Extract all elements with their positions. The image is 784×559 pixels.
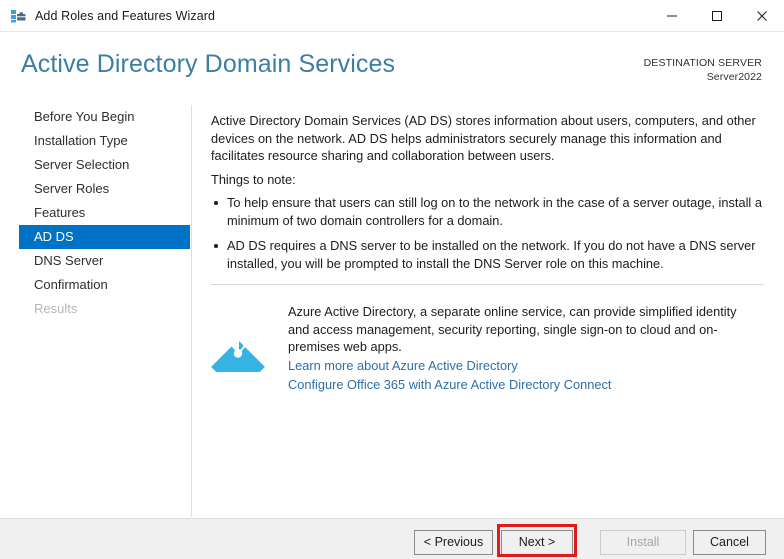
notes-list: To help ensure that users can still log … (211, 194, 771, 280)
azure-description: Azure Active Directory, a separate onlin… (288, 304, 737, 354)
sidebar-item-confirmation[interactable]: Confirmation (0, 273, 191, 297)
destination-server-name: Server2022 (706, 71, 762, 83)
link-configure-office-365-with-azure-ad-connect[interactable]: Configure Office 365 with Azure Active D… (288, 375, 611, 394)
server-roles-icon (10, 8, 26, 24)
cancel-button[interactable]: Cancel (693, 530, 766, 555)
main-content-pane: Active Directory Domain Services (AD DS)… (192, 105, 784, 517)
window-controls (649, 0, 784, 31)
previous-button[interactable]: < Previous (414, 530, 493, 555)
sidebar-item-server-roles[interactable]: Server Roles (0, 177, 191, 201)
minimize-icon[interactable] (649, 0, 694, 31)
destination-server-label: DESTINATION SERVER (643, 57, 762, 69)
sidebar-item-before-you-begin[interactable]: Before You Begin (0, 105, 191, 129)
azure-text-column: Azure Active Directory, a separate onlin… (288, 303, 758, 394)
maximize-icon[interactable] (694, 0, 739, 31)
sidebar-item-ad-ds[interactable]: AD DS (19, 225, 190, 249)
list-item: To help ensure that users can still log … (211, 194, 763, 229)
sidebar-item-results: Results (34, 301, 78, 316)
page-header: Active Directory Domain Services DESTINA… (0, 31, 784, 91)
intro-paragraph: Active Directory Domain Services (AD DS)… (211, 113, 756, 163)
window-title: Add Roles and Features Wizard (35, 8, 216, 23)
sidebar-item-server-selection[interactable]: Server Selection (0, 153, 191, 177)
sidebar-item-dns-server[interactable]: DNS Server (0, 249, 191, 273)
sidebar-item-installation-type[interactable]: Installation Type (0, 129, 191, 153)
destination-server-info: DESTINATION SERVER Server2022 (644, 56, 762, 84)
sidebar-item-features[interactable]: Features (0, 201, 191, 225)
close-icon[interactable] (739, 0, 784, 31)
next-button[interactable]: Next > (501, 530, 573, 555)
content-divider (211, 284, 764, 285)
wizard-navigation-sidebar: Before You Begin Installation Type Serve… (0, 105, 192, 517)
link-learn-more-about-azure-active-directory[interactable]: Learn more about Azure Active Directory (288, 356, 518, 375)
title-bar: Add Roles and Features Wizard (0, 0, 784, 32)
wizard-footer: < Previous Next > Install Cancel (0, 518, 784, 559)
add-roles-and-features-wizard-window: Add Roles and Features Wizard Active Dir… (0, 0, 784, 559)
install-button: Install (600, 530, 686, 555)
list-item: AD DS requires a DNS server to be instal… (211, 237, 763, 272)
azure-active-directory-icon (206, 308, 270, 394)
things-to-note-label: Things to note: (211, 172, 296, 187)
page-title: Active Directory Domain Services (21, 50, 396, 78)
